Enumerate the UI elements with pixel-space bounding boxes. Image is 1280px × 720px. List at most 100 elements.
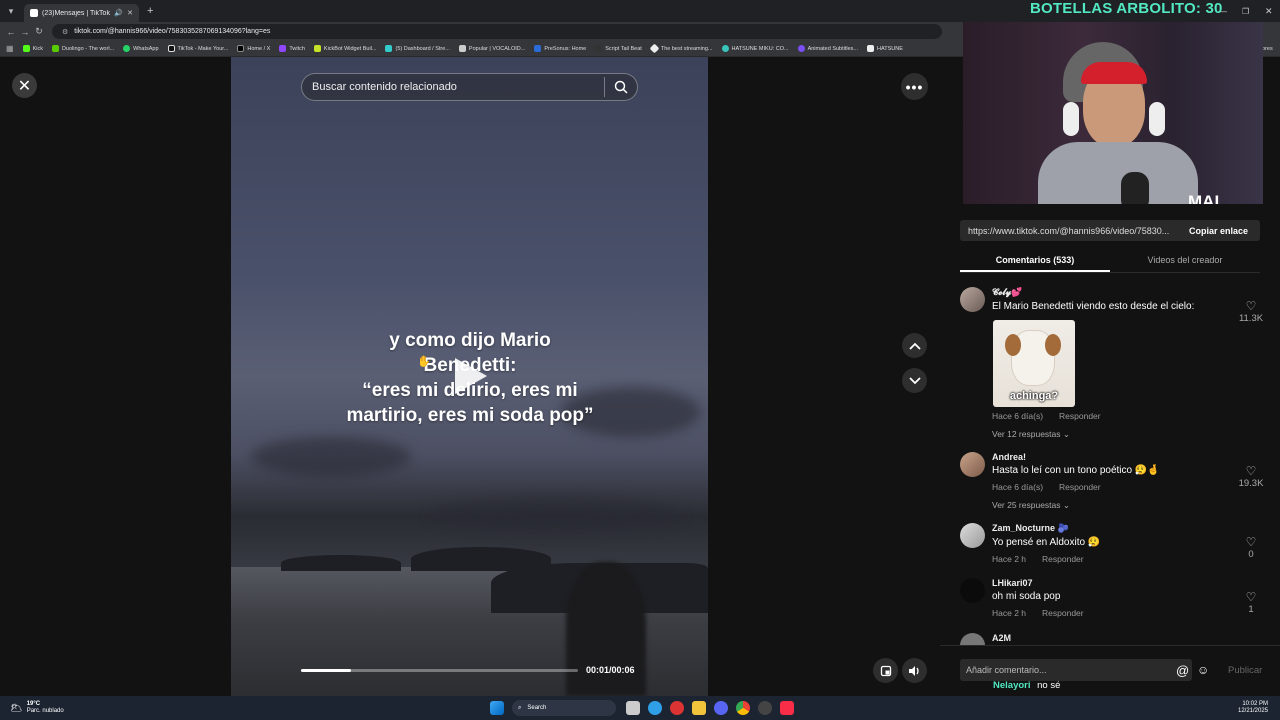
comment-input[interactable] — [960, 659, 1192, 681]
more-options-button[interactable]: ••• — [901, 73, 928, 100]
window-maximize-icon[interactable]: ❐ — [1242, 7, 1249, 16]
video-progress-bar[interactable] — [301, 669, 578, 672]
previous-video-button[interactable] — [902, 333, 927, 358]
taskbar-search[interactable]: ⌕ Search — [512, 700, 616, 716]
weather-icon[interactable]: 🌥 — [10, 703, 23, 714]
comment-username[interactable]: 𝓒𝓮𝓵𝔂💕 — [992, 287, 1237, 298]
tab-list-icon[interactable]: ▾ — [4, 6, 18, 17]
island — [281, 555, 401, 571]
bookmark[interactable]: Home / X — [237, 45, 270, 52]
window-close-icon[interactable]: ✕ — [1265, 6, 1273, 17]
tab-comments[interactable]: Comentarios (533) — [960, 249, 1110, 272]
bookmark[interactable]: KickBot Widget Buil... — [313, 45, 376, 52]
like-button[interactable]: ♡ 11.3K — [1238, 299, 1264, 324]
reply-button[interactable]: Responder — [1042, 608, 1084, 618]
reply-button[interactable]: Responder — [1042, 554, 1084, 564]
webcam-overlay: MAI — [963, 22, 1263, 204]
bookmark[interactable]: HATSUNE — [867, 45, 903, 52]
like-count: 19.3K — [1238, 478, 1264, 489]
kickbot-icon — [313, 45, 321, 52]
site-info-icon[interactable]: ⚙ — [62, 28, 68, 36]
hoodie — [1038, 142, 1198, 204]
system-clock[interactable]: 10:02 PM 12/21/2025 — [1238, 701, 1268, 715]
like-count: 0 — [1248, 549, 1254, 560]
bookmark[interactable]: (5) Dashboard / Stre... — [385, 45, 450, 52]
view-replies-button[interactable]: Ver 25 respuestas ⌄ — [992, 500, 1237, 511]
back-icon[interactable]: ← — [4, 27, 18, 37]
like-button[interactable]: ♡ 0 — [1238, 535, 1264, 560]
volume-button[interactable] — [902, 658, 927, 683]
new-tab-button[interactable]: + — [147, 5, 153, 17]
related-search-bar[interactable] — [301, 73, 638, 101]
headphones — [1063, 102, 1079, 136]
tiktok-icon — [167, 45, 175, 52]
forward-icon[interactable]: → — [18, 27, 32, 37]
avatar[interactable] — [960, 287, 985, 312]
windows-start-icon[interactable] — [490, 701, 504, 715]
comment-image[interactable]: achinga? — [993, 320, 1075, 407]
related-search-input[interactable] — [302, 81, 604, 93]
file-explorer-icon[interactable] — [692, 701, 706, 715]
avatar[interactable] — [960, 633, 985, 645]
weather-widget[interactable]: 19°C Parc. nublado — [27, 701, 64, 715]
app-icon[interactable] — [670, 701, 684, 715]
comment-username[interactable]: LHikari07 — [992, 578, 1237, 588]
bookmark[interactable]: TikTok - Make Your... — [167, 45, 228, 52]
reload-icon[interactable]: ↻ — [32, 26, 46, 37]
view-replies-button[interactable]: Ver 12 respuestas ⌄ — [992, 429, 1237, 440]
tab-audio-icon[interactable]: 🔊 — [114, 9, 123, 17]
bookmark[interactable]: Popular | VOCALOID... — [458, 45, 525, 52]
tab-close-icon[interactable]: ✕ — [127, 9, 133, 17]
cloud — [251, 437, 411, 477]
bookmark[interactable]: Twitch — [279, 45, 305, 52]
tab-creator-videos[interactable]: Videos del creador — [1110, 249, 1260, 272]
task-view-icon[interactable] — [626, 701, 640, 715]
comment-username[interactable]: Zam_Nocturne 🫐 — [992, 523, 1237, 534]
discord-icon[interactable] — [714, 701, 728, 715]
close-video-button[interactable]: ✕ — [12, 73, 37, 98]
chrome-icon[interactable] — [736, 701, 750, 715]
comment-username[interactable]: Andrea! — [992, 452, 1237, 462]
copy-link-button[interactable]: Copiar enlace — [1177, 226, 1260, 236]
next-video-button[interactable] — [902, 368, 927, 393]
like-button[interactable]: ♡ 1 — [1238, 590, 1264, 615]
panel-tabs: Comentarios (533) Videos del creador — [960, 249, 1260, 273]
video-time: 00:01/00:06 — [586, 665, 635, 675]
clock-time: 10:02 PM — [1242, 701, 1269, 707]
music-icon[interactable] — [780, 701, 794, 715]
chevron-down-icon: ⌄ — [1062, 500, 1071, 510]
reply-button[interactable]: Responder — [1059, 482, 1101, 492]
reply-button[interactable]: Responder — [1059, 411, 1101, 421]
bookmark[interactable]: PreSonus: Home — [534, 45, 586, 52]
bookmark[interactable]: Animated Subtitles... — [797, 45, 858, 52]
browser-tab[interactable]: (23)Mensajes | TikTok 🔊 ✕ — [24, 4, 139, 22]
comment-username[interactable]: A2M — [992, 633, 1237, 643]
address-bar[interactable]: ⚙ tiktok.com/@hannis966/video/7583035287… — [52, 24, 942, 39]
bookmark[interactable]: Script Tail Beat — [595, 45, 642, 52]
duolingo-icon — [51, 45, 59, 52]
mention-icon[interactable]: @ — [1176, 663, 1189, 678]
emoji-icon[interactable]: ☺ — [1197, 663, 1209, 677]
edge-icon[interactable] — [648, 701, 662, 715]
bookmark[interactable]: Duolingo - The worl... — [51, 45, 114, 52]
publish-button[interactable]: Publicar — [1228, 665, 1262, 676]
miniplayer-button[interactable] — [873, 658, 898, 683]
bookmark[interactable]: The best streaming... — [649, 43, 713, 54]
mouse-cursor-icon: ✋ — [417, 356, 431, 368]
avatar[interactable] — [960, 523, 985, 548]
share-url[interactable]: https://www.tiktok.com/@hannis966/video/… — [960, 226, 1177, 236]
like-button[interactable]: ♡ 19.3K — [1238, 464, 1264, 489]
avatar[interactable] — [960, 452, 985, 477]
avatar[interactable] — [960, 578, 985, 603]
comment-time: Hace 2 h — [992, 608, 1027, 618]
bookmark[interactable]: HATSUNE MIKU: CO... — [721, 45, 789, 52]
clock-date: 12/21/2025 — [1238, 708, 1269, 714]
bookmark[interactable]: Kick — [22, 45, 43, 52]
comment-time: Hace 2 h — [992, 554, 1027, 564]
bookmarks-overflow[interactable]: ores — [1262, 46, 1273, 52]
search-icon[interactable] — [605, 80, 637, 94]
bookmark[interactable]: WhatsApp — [123, 45, 159, 52]
obs-icon[interactable] — [758, 701, 772, 715]
apps-icon[interactable]: ▦ — [6, 44, 14, 53]
play-icon[interactable] — [455, 358, 487, 394]
